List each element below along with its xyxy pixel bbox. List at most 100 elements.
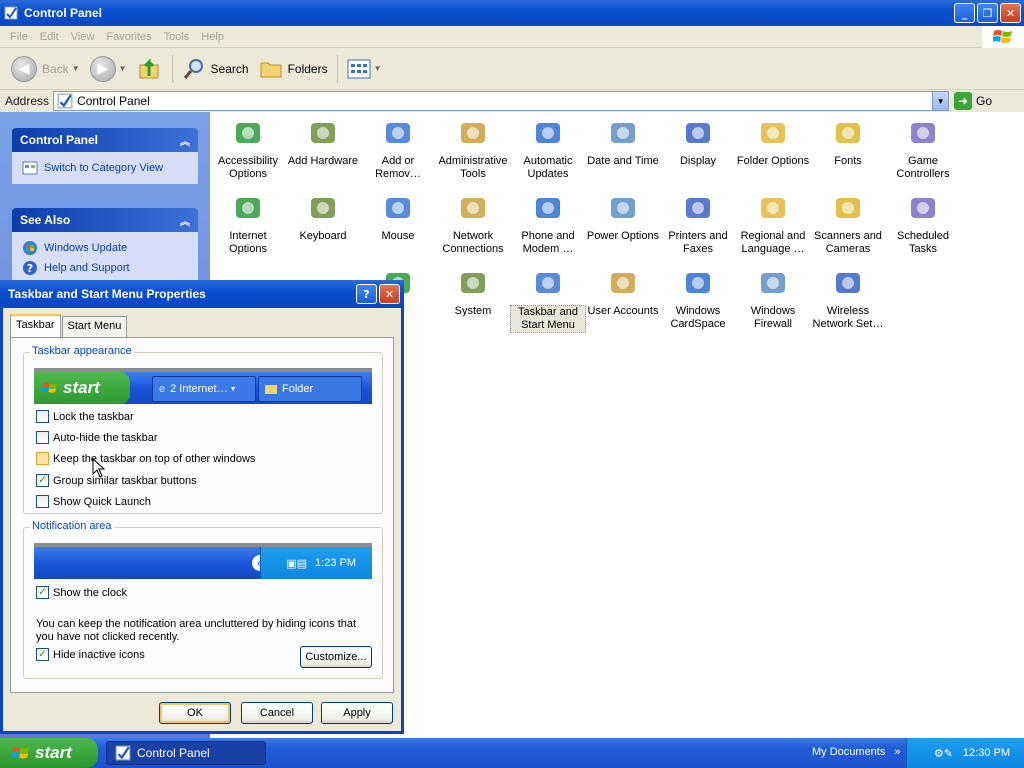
windows-update-link[interactable]: Windows Update — [22, 238, 188, 258]
ok-button[interactable]: OK — [159, 702, 231, 724]
apply-button[interactable]: Apply — [321, 702, 393, 724]
folders-icon — [260, 62, 282, 77]
preview-clock: 1:23 PM — [315, 557, 356, 569]
cp-item[interactable]: Add or Remov… — [360, 116, 436, 181]
cp-item[interactable]: Power Options — [585, 191, 661, 243]
see-also-panel-header[interactable]: See Also ︽ — [12, 208, 198, 232]
cp-item[interactable]: Display — [660, 116, 736, 168]
cancel-button[interactable]: Cancel — [241, 702, 313, 724]
svg-text:?: ? — [27, 262, 33, 275]
cp-item[interactable]: Keyboard — [285, 191, 361, 243]
address-input[interactable]: Control Panel ▼ — [53, 91, 950, 111]
cp-item-label: Internet Options — [229, 230, 267, 255]
cp-item[interactable]: Windows Firewall — [735, 266, 811, 331]
group-similar-option[interactable]: ✓ Group similar taskbar buttons — [36, 474, 197, 487]
cp-item[interactable]: Scanners and Cameras — [810, 191, 886, 256]
lock-taskbar-checkbox[interactable] — [36, 410, 49, 423]
cp-item[interactable]: Administrative Tools — [435, 116, 511, 181]
chevron-down-icon: ▼ — [118, 64, 127, 73]
menu-help[interactable]: Help — [195, 31, 230, 43]
control-panel-panel-header[interactable]: Control Panel ︽ — [12, 128, 198, 152]
tray-network-icon[interactable]: ⚙✎ — [934, 747, 953, 760]
taskbar-item-control-panel[interactable]: Control Panel — [106, 741, 266, 765]
show-quick-launch-option[interactable]: Show Quick Launch — [36, 495, 151, 508]
show-clock-option[interactable]: ✓ Show the clock — [36, 586, 127, 599]
scanners-cameras-icon — [831, 191, 865, 225]
forward-button[interactable]: ▶ ▼ — [85, 52, 132, 86]
help-support-link[interactable]: ? Help and Support — [22, 258, 188, 278]
minimize-button[interactable]: _ — [954, 3, 975, 23]
lock-taskbar-option[interactable]: Lock the taskbar — [36, 410, 134, 423]
my-documents-toolbar[interactable]: My Documents » — [812, 746, 901, 758]
tab-taskbar[interactable]: Taskbar — [10, 314, 61, 337]
collapse-icon[interactable]: ︽ — [180, 133, 190, 148]
cp-item[interactable]: Wireless Network Set… — [810, 266, 886, 331]
views-icon — [347, 59, 371, 78]
help-button[interactable]: ? — [356, 284, 377, 304]
cp-item[interactable]: System — [435, 266, 511, 318]
cp-item[interactable]: Taskbar and Start Menu — [510, 266, 586, 333]
menu-edit[interactable]: Edit — [34, 31, 65, 43]
keep-on-top-checkbox[interactable] — [36, 452, 49, 465]
hide-inactive-option[interactable]: ✓ Hide inactive icons — [36, 648, 145, 661]
start-button[interactable]: start — [0, 738, 98, 768]
cp-item[interactable]: Network Connections — [435, 191, 511, 256]
cp-item[interactable]: User Accounts — [585, 266, 661, 318]
cp-item[interactable]: Automatic Updates — [510, 116, 586, 181]
restore-button[interactable]: ❐ — [977, 3, 998, 23]
folder-icon — [265, 384, 277, 394]
show-quick-launch-checkbox[interactable] — [36, 495, 49, 508]
system-tray: ⚙✎ 12:30 PM — [906, 738, 1024, 768]
keep-on-top-option[interactable]: Keep the taskbar on top of other windows — [36, 452, 255, 465]
cp-item[interactable]: Folder Options — [735, 116, 811, 168]
switch-category-view-link[interactable]: Switch to Category View — [22, 158, 188, 178]
cp-item[interactable]: Date and Time — [585, 116, 661, 168]
tray-clock[interactable]: 12:30 PM — [963, 747, 1010, 759]
windows-update-icon — [22, 240, 38, 256]
auto-hide-option[interactable]: Auto-hide the taskbar — [36, 431, 158, 444]
notification-preview: « ▣▤ 1:23 PM — [34, 543, 372, 579]
taskbar: start Control Panel My Documents » ⚙✎ 12… — [0, 738, 1024, 768]
cp-item-label: Add or Remov… — [375, 155, 421, 180]
close-button[interactable]: ✕ — [1000, 3, 1021, 23]
auto-hide-checkbox[interactable] — [36, 431, 49, 444]
window-titlebar[interactable]: Control Panel _ ❐ ✕ — [0, 0, 1024, 26]
panel-title: Control Panel — [20, 133, 99, 147]
cp-item[interactable]: Mouse — [360, 191, 436, 243]
up-folder-button[interactable] — [132, 52, 168, 86]
hide-inactive-checkbox[interactable]: ✓ — [36, 648, 49, 661]
go-button[interactable]: ➜ Go — [954, 92, 992, 110]
cp-item[interactable]: Internet Options — [210, 191, 286, 256]
folders-button[interactable]: Folders — [254, 52, 333, 86]
menu-file[interactable]: File — [4, 31, 34, 43]
dialog-titlebar[interactable]: Taskbar and Start Menu Properties ? ✕ — [0, 280, 404, 308]
address-dropdown-button[interactable]: ▼ — [932, 92, 949, 110]
taskbar-start-menu-icon — [531, 266, 565, 300]
power-options-icon — [606, 191, 640, 225]
show-clock-checkbox[interactable]: ✓ — [36, 586, 49, 599]
cp-item[interactable]: Fonts — [810, 116, 886, 168]
back-button[interactable]: ◀ Back ▼ — [6, 52, 85, 86]
cp-item[interactable]: Windows CardSpace — [660, 266, 736, 331]
cp-item[interactable]: Game Controllers — [885, 116, 961, 181]
menu-favorites[interactable]: Favorites — [100, 31, 157, 43]
menu-tools[interactable]: Tools — [158, 31, 196, 43]
phone-modem-icon — [531, 191, 565, 225]
cp-item[interactable]: Regional and Language … — [735, 191, 811, 256]
customize-button[interactable]: Customize... — [300, 646, 372, 668]
menu-view[interactable]: View — [65, 31, 101, 43]
search-button[interactable]: Search — [177, 52, 254, 86]
cp-item[interactable]: Add Hardware — [285, 116, 361, 168]
cp-item[interactable]: Accessibility Options — [210, 116, 286, 181]
collapse-icon[interactable]: ︽ — [180, 213, 190, 228]
group-similar-checkbox[interactable]: ✓ — [36, 474, 49, 487]
cp-item[interactable]: Printers and Faxes — [660, 191, 736, 256]
dialog-close-button[interactable]: ✕ — [379, 284, 400, 304]
chevron-down-icon: ▼ — [71, 64, 80, 73]
tab-start-menu[interactable]: Start Menu — [61, 316, 128, 337]
chevron-right-icon: » — [894, 746, 901, 758]
views-button[interactable]: ▼ — [342, 52, 387, 86]
cp-item[interactable]: Phone and Modem … — [510, 191, 586, 256]
chevron-down-icon: ▼ — [229, 385, 237, 393]
cp-item[interactable]: Scheduled Tasks — [885, 191, 961, 256]
